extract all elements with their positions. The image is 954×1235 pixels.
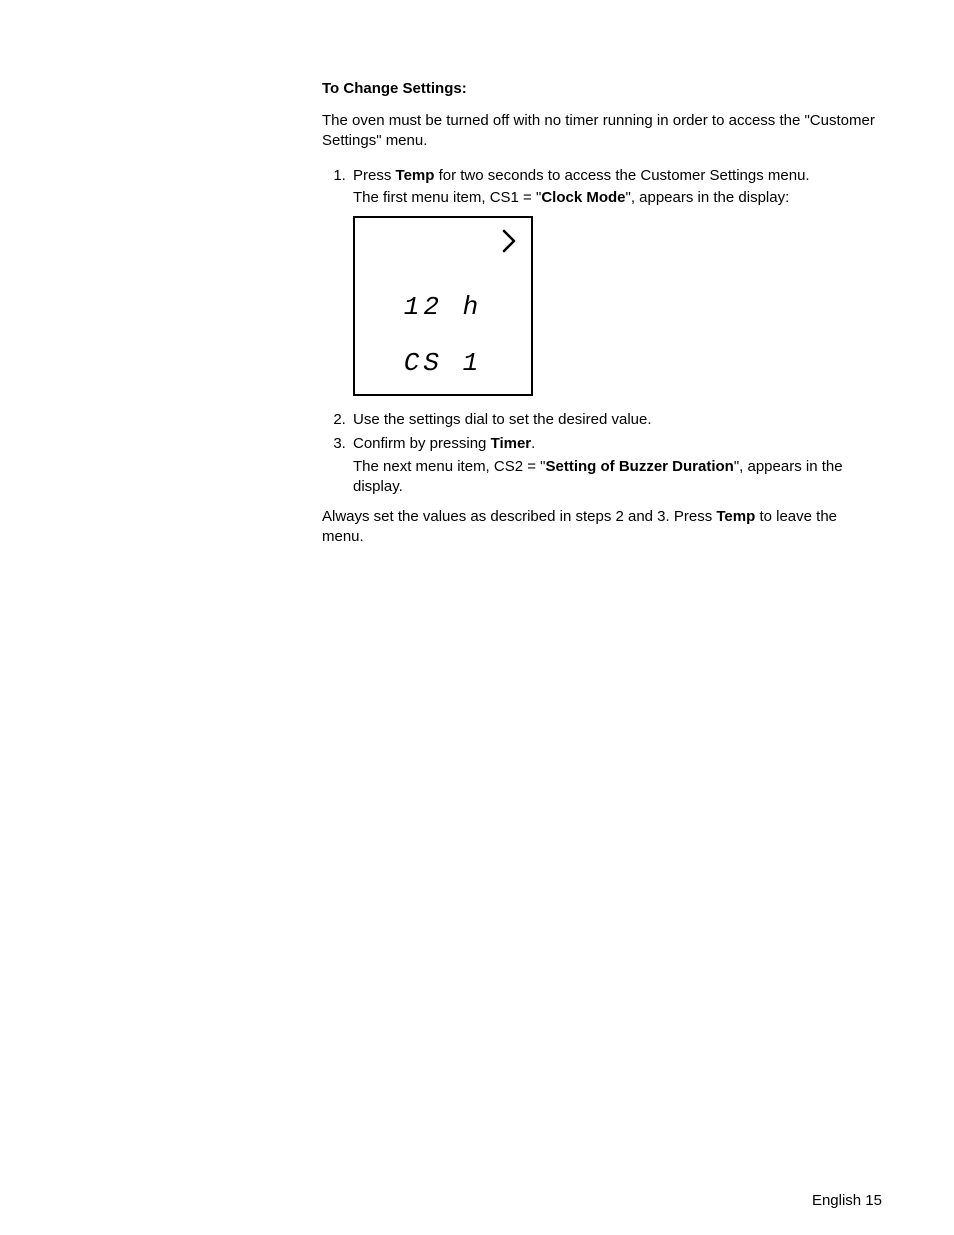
step-3-timer-label: Timer <box>491 435 532 452</box>
outro-paragraph: Always set the values as described in st… <box>322 507 882 548</box>
step-3: Confirm by pressing Timer. The next menu… <box>350 434 882 497</box>
oven-display-figure: 12 h CS 1 <box>353 216 533 396</box>
display-line-1: 12 h <box>355 290 531 325</box>
step-1-text-c: for two seconds to access the Customer S… <box>434 167 809 184</box>
step-3-line2: The next menu item, CS2 = "Setting of Bu… <box>353 457 882 498</box>
outro-temp-label: Temp <box>716 508 755 525</box>
chevron-right-icon <box>501 228 519 260</box>
step-3-text-a: Confirm by pressing <box>353 435 491 452</box>
intro-paragraph: The oven must be turned off with no time… <box>322 111 882 152</box>
step-1-line2: The first menu item, CS1 = "Clock Mode",… <box>353 188 882 208</box>
step-1: Press Temp for two seconds to access the… <box>350 166 882 397</box>
section-heading: To Change Settings: <box>322 80 882 97</box>
display-line-2: CS 1 <box>355 346 531 381</box>
page: To Change Settings: The oven must be tur… <box>0 0 954 1235</box>
step-1-line2-c: ", appears in the display: <box>626 189 790 206</box>
outro-a: Always set the values as described in st… <box>322 508 716 525</box>
step-2-text: Use the settings dial to set the desired… <box>353 411 652 428</box>
step-1-clockmode-label: Clock Mode <box>541 189 625 206</box>
step-1-line2-a: The first menu item, CS1 = " <box>353 189 541 206</box>
content-column: To Change Settings: The oven must be tur… <box>322 80 882 562</box>
steps-list: Press Temp for two seconds to access the… <box>322 166 882 498</box>
step-3-text-c: . <box>531 435 535 452</box>
step-1-text-a: Press <box>353 167 396 184</box>
step-2: Use the settings dial to set the desired… <box>350 410 882 430</box>
step-3-buzzer-label: Setting of Buzzer Duration <box>546 458 734 475</box>
step-1-temp-label: Temp <box>396 167 435 184</box>
step-3-line2-a: The next menu item, CS2 = " <box>353 458 546 475</box>
page-footer: English 15 <box>812 1192 882 1209</box>
